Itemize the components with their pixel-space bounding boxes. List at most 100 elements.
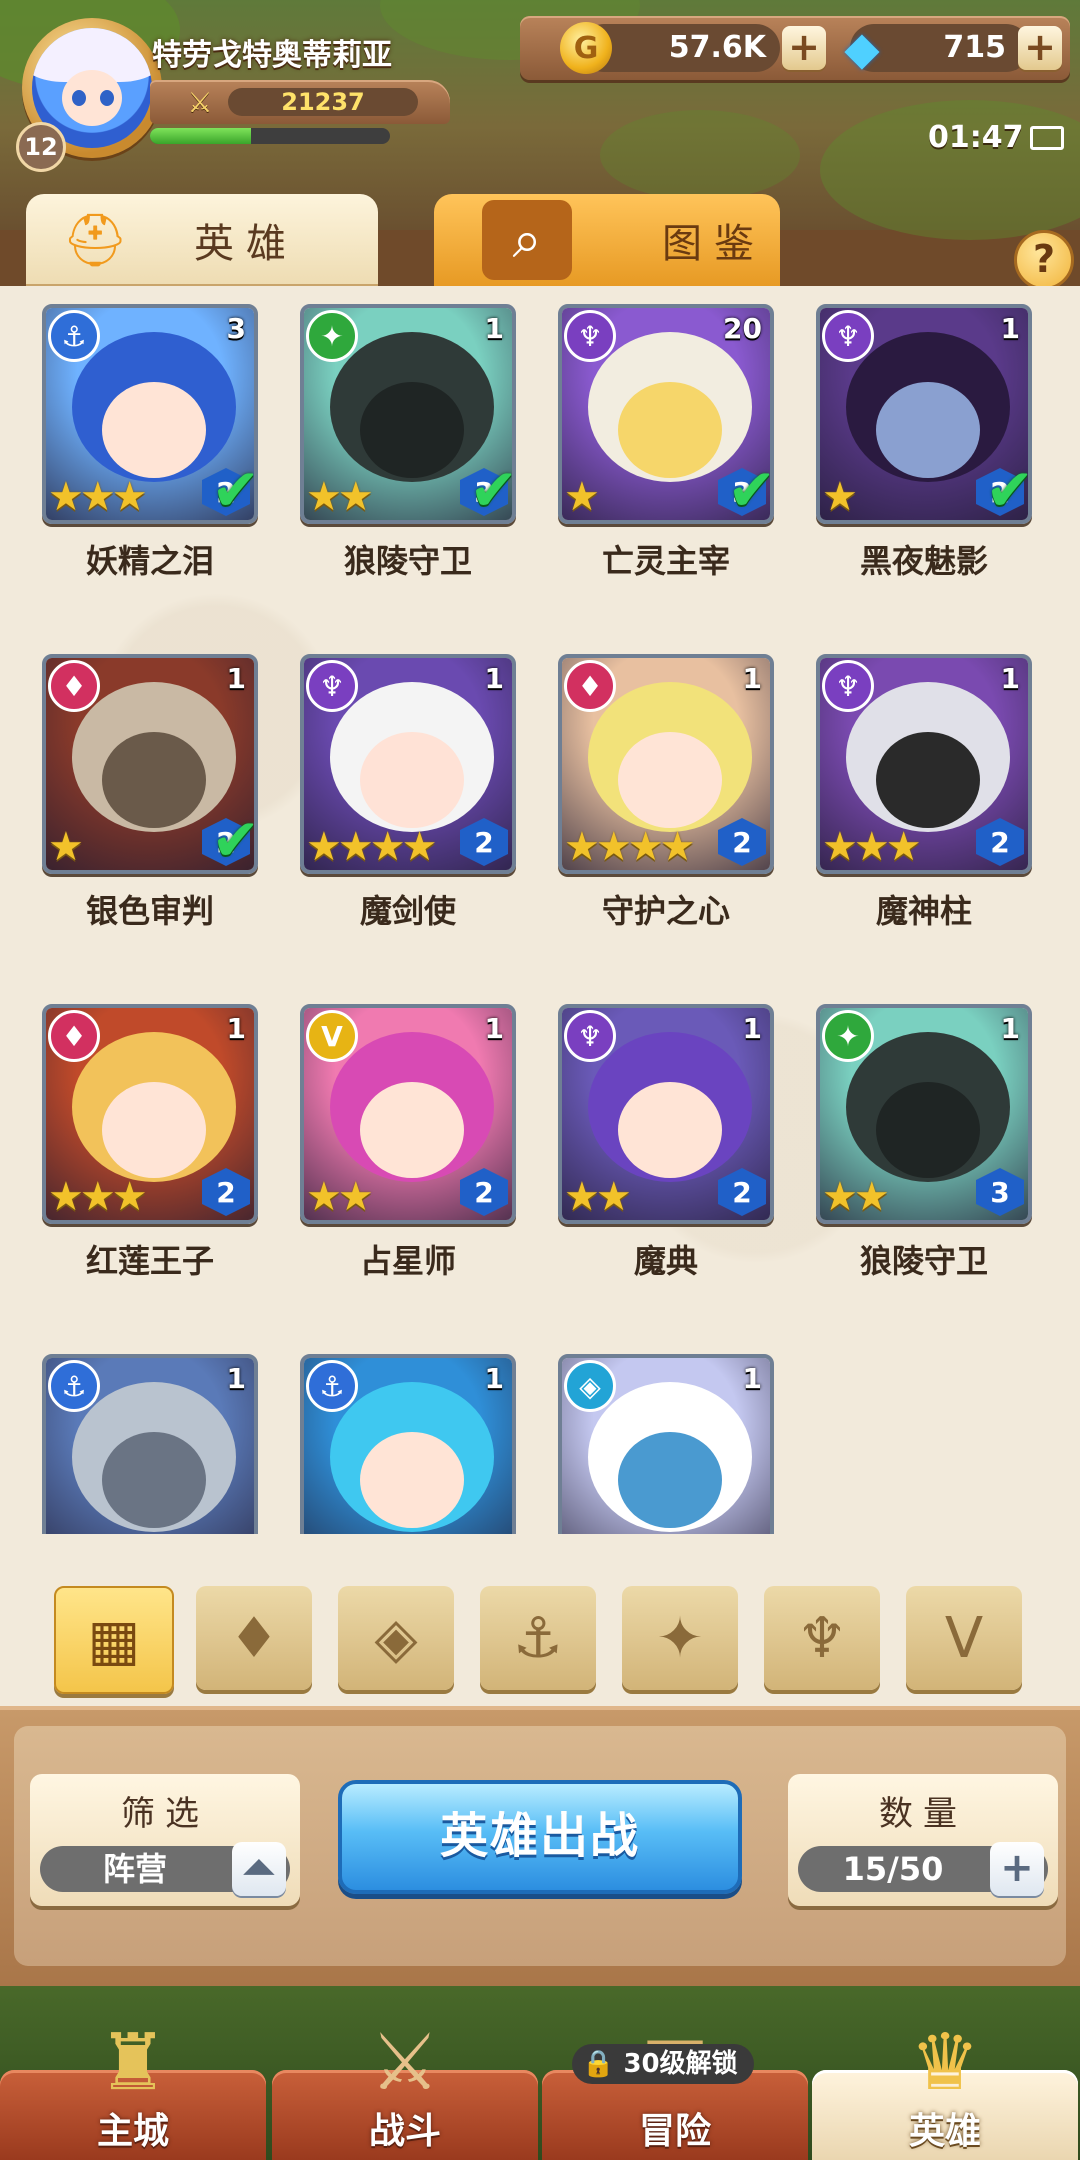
hero-card[interactable]: ◈ 1	[558, 1354, 774, 1534]
faction-filter-value: 阵营	[102, 1850, 167, 1888]
hero-stars: ★★	[564, 1174, 632, 1220]
hero-card[interactable]: V 1 ★★ 2	[300, 1004, 516, 1224]
hero-name: 红莲王子	[85, 1242, 214, 1280]
hero-name: 守护之心	[601, 892, 730, 930]
nav-adventure[interactable]: ✉ 🔒 30级解锁 冒险	[542, 2018, 808, 2160]
flame-icon: ♦	[228, 1605, 280, 1671]
quantity-panel: 数量 15/50 +	[788, 1774, 1058, 1906]
nav-main-city[interactable]: ♜ 主城	[0, 2018, 266, 2160]
hero-stars: ★	[564, 474, 600, 520]
hero-name: 黑夜魅影	[859, 542, 988, 580]
anchor-faction-icon: ⚓	[48, 1360, 100, 1412]
quantity-title: 数量	[879, 1794, 967, 1834]
hero-card[interactable]: ♆ 20 ★ 3 ✔	[558, 304, 774, 524]
filter-wing-button[interactable]: V	[906, 1586, 1022, 1690]
flame-faction-icon: ♦	[564, 660, 616, 712]
checkmark-icon: ✔	[211, 806, 258, 874]
filter-beast-button[interactable]: ✦	[622, 1586, 738, 1690]
hero-card[interactable]: ♦ 1 ★★★★ 2	[558, 654, 774, 874]
nav-battle-label: 战斗	[368, 2111, 441, 2152]
hero-stars: ★★★★	[306, 824, 437, 870]
demon-faction-icon: ♆	[564, 1010, 616, 1062]
hero-shard-count: 1	[484, 1362, 504, 1395]
hero-name: 狼陵守卫	[343, 542, 472, 580]
hero-name: 狼陵守卫	[859, 1242, 988, 1280]
hero-card[interactable]: ⚓ 3 ★★★ 2 ✔	[42, 304, 258, 524]
hero-card[interactable]: ⚓ 1	[300, 1354, 516, 1534]
tab-heroes[interactable]: ⛑ 英雄	[26, 194, 378, 286]
hero-shard-count: 1	[226, 662, 246, 695]
combat-power-value: 21237	[281, 88, 365, 116]
gold-amount: 57.6K	[668, 30, 766, 65]
demon-faction-icon: ♆	[822, 660, 874, 712]
hero-card[interactable]: ✦ 1 ★★ 3	[816, 1004, 1032, 1224]
hero-card[interactable]: ♆ 1 ★★★★ 2	[300, 654, 516, 874]
crystal-icon: ◈	[374, 1605, 418, 1671]
filter-all-factions-button[interactable]: ▦	[54, 1586, 174, 1694]
hero-card[interactable]: ⚓ 1	[42, 1354, 258, 1534]
hero-grid[interactable]: ⚓ 3 ★★★ 2 ✔ 妖精之泪 ✦ 1 ★★ 3 ✔ 狼陵守卫 ♆ 20 ★ 3 ✔ 亡灵主宰 ♆ 1 ★ 2 ✔ 黑夜魅影…	[0, 286, 1080, 1534]
filter-flame-button[interactable]: ♦	[196, 1586, 312, 1690]
add-gems-button[interactable]: +	[1018, 26, 1062, 70]
magnifier-book-icon: ⌕	[482, 200, 572, 280]
hero-stars: ★	[822, 474, 858, 520]
hero-shard-count: 1	[742, 662, 762, 695]
nav-adventure-label: 冒险	[638, 2111, 711, 2152]
demon-horn-icon: ♆	[796, 1605, 848, 1671]
chevron-up-icon[interactable]: ⏶	[232, 1842, 286, 1896]
hero-name: 魔典	[633, 1242, 698, 1280]
checkmark-icon: ✔	[985, 456, 1032, 524]
hero-shard-count: 3	[226, 312, 246, 345]
hero-capacity: 15/50 +	[798, 1842, 1048, 1896]
hero-card[interactable]: ♆ 1 ★★ 2	[558, 1004, 774, 1224]
hero-card[interactable]: ✦ 1 ★★ 3 ✔	[300, 304, 516, 524]
crystal-faction-icon: ◈	[564, 1360, 616, 1412]
lock-icon: 🔒	[582, 2049, 615, 2079]
help-button[interactable]: ?	[1014, 230, 1074, 290]
hero-shard-count: 1	[484, 312, 504, 345]
hero-stars: ★★	[306, 474, 374, 520]
wing-icon: V	[944, 1605, 984, 1671]
expand-capacity-button[interactable]: +	[990, 1842, 1044, 1896]
experience-bar	[150, 128, 390, 144]
battery-icon	[1030, 126, 1064, 150]
crossed-swords-icon: ⚔	[187, 85, 213, 119]
checkmark-icon: ✔	[727, 456, 774, 524]
tab-codex[interactable]: ⌕ 图鉴	[434, 194, 780, 286]
nav-main-city-label: 主城	[96, 2111, 169, 2152]
hero-shard-count: 1	[484, 662, 504, 695]
beast-faction-icon: ✦	[822, 1010, 874, 1062]
diamond-icon: ◆	[844, 21, 880, 75]
demon-faction-icon: ♆	[564, 310, 616, 362]
hero-shard-count: 1	[226, 1362, 246, 1395]
demon-faction-icon: ♆	[822, 310, 874, 362]
checkmark-icon: ✔	[211, 456, 258, 524]
hero-shard-count: 1	[1000, 662, 1020, 695]
deploy-heroes-button[interactable]: 英雄出战	[338, 1780, 742, 1894]
nav-heroes-label: 英雄	[908, 2111, 981, 2152]
hero-card[interactable]: ♆ 1 ★ 2 ✔	[816, 304, 1032, 524]
nav-heroes[interactable]: ♛ 英雄	[812, 2018, 1078, 2160]
hero-card[interactable]: ♦ 1 ★ 2 ✔	[42, 654, 258, 874]
add-gold-button[interactable]: +	[782, 26, 826, 70]
hero-shard-count: 1	[742, 1012, 762, 1045]
hero-card[interactable]: ♦ 1 ★★★ 2	[42, 1004, 258, 1224]
player-name: 特劳戈特奥蒂莉亚	[152, 38, 392, 73]
hero-shard-count: 1	[1000, 312, 1020, 345]
hero-name: 魔神柱	[875, 892, 972, 930]
filter-demon-button[interactable]: ♆	[764, 1586, 880, 1690]
filter-crystal-button[interactable]: ◈	[338, 1586, 454, 1690]
hero-shard-count: 1	[742, 1362, 762, 1395]
nav-battle[interactable]: ⚔ 战斗	[272, 2018, 538, 2160]
hero-name: 魔剑使	[359, 892, 456, 930]
hero-name: 亡灵主宰	[601, 542, 730, 580]
faction-filter-select[interactable]: 阵营 ⏶	[40, 1842, 290, 1896]
beast-faction-icon: ✦	[306, 310, 358, 362]
demon-faction-icon: ♆	[306, 660, 358, 712]
filter-anchor-button[interactable]: ⚓	[480, 1586, 596, 1690]
hero-stars: ★★★	[48, 474, 148, 520]
gold-coin-icon: G	[560, 22, 612, 74]
hero-card[interactable]: ♆ 1 ★★★ 2	[816, 654, 1032, 874]
tab-heroes-label: 英雄	[194, 221, 298, 267]
unlock-level-tag: 🔒 30级解锁	[572, 2044, 754, 2084]
